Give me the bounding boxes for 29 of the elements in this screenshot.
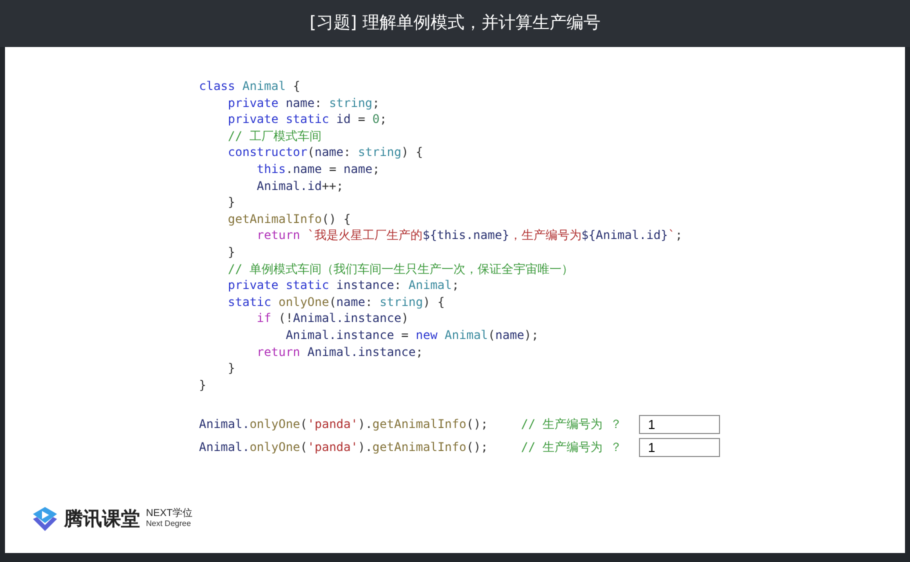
code-line: Animal.id++; — [256, 178, 344, 194]
logo-text: 腾讯课堂 — [64, 506, 140, 532]
code-line: return `我是火星工厂生产的${this.name}，生产编号为${Animal.id}`; — [256, 227, 682, 244]
page-title: [习题] 理解单例模式，并计算生产编号 — [310, 12, 600, 35]
code-line: // 单例模式车间（我们车间一生只生产一次，保证全宇宙唯一） — [226, 260, 574, 278]
code-line: } — [226, 360, 236, 377]
code-line: // 工厂模式车间 — [226, 128, 322, 144]
code-line: private static instance: Animal; — [226, 277, 460, 294]
code-comment: // 生产编号为 ？ — [521, 439, 623, 456]
code-line: this.name = name; — [256, 160, 380, 178]
code-line: class Animal { — [199, 78, 300, 95]
code-line: constructor(name: string) { — [226, 144, 424, 161]
answer-field[interactable]: 1 — [639, 415, 720, 434]
logo-label: NEXT学位 — [146, 508, 193, 519]
code-line: Animal.onlyOne('panda').getAnimalInfo(); — [199, 439, 490, 456]
code-line: } — [199, 376, 206, 394]
code-line: return Animal.instance; — [256, 344, 423, 360]
code-line: Animal.instance = new Animal(name); — [284, 326, 539, 344]
answer-field[interactable]: 1 — [639, 438, 720, 458]
code-line: getAnimalInfo() { — [226, 210, 351, 228]
code-line: } — [226, 194, 236, 211]
code-line: } — [226, 244, 236, 261]
code-comment: // 生产编号为 ？ — [521, 416, 623, 434]
code-line: if (!Animal.instance) — [256, 310, 409, 327]
logo-subtitle: Next Degree — [146, 518, 192, 529]
code-line: static onlyOne(name: string) { — [226, 294, 445, 310]
code-line: Animal.onlyOne('panda').getAnimalInfo(); — [199, 416, 490, 434]
code-line: private static id = 0; — [226, 111, 387, 128]
code-line: private name: string; — [226, 94, 380, 112]
